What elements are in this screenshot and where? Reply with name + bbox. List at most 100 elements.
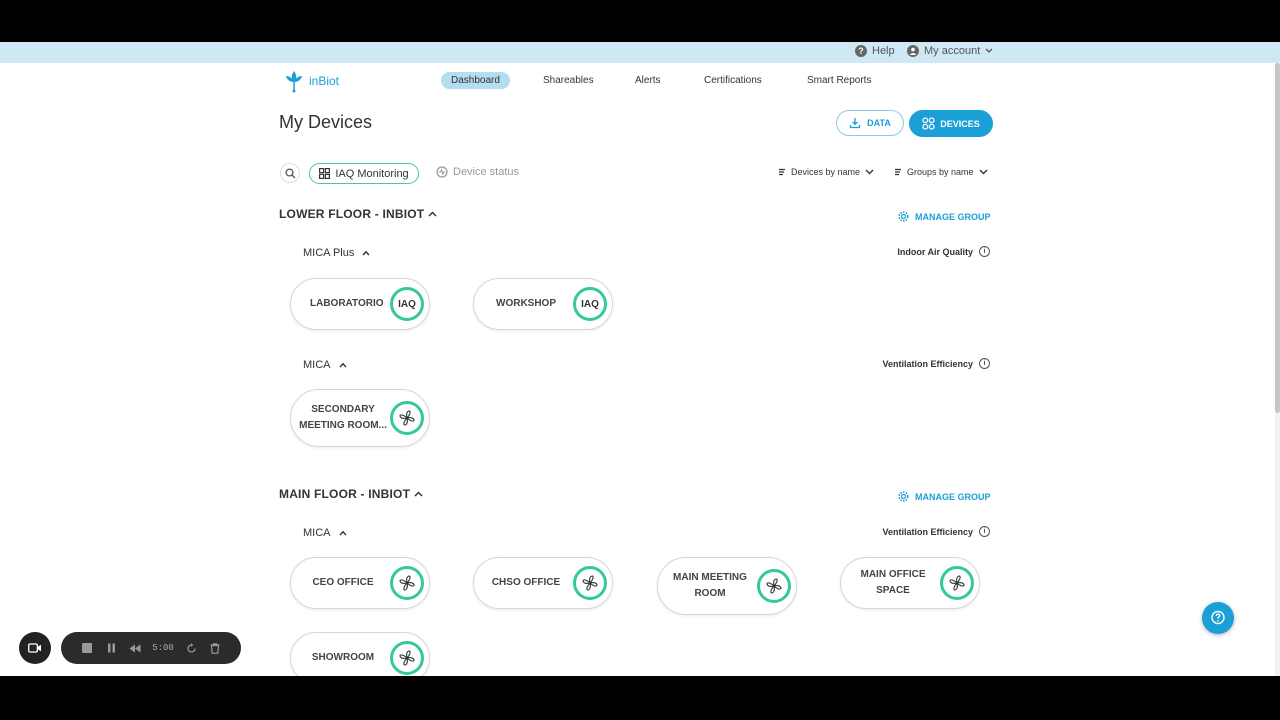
metric-label: Ventilation Efficiency xyxy=(882,526,973,537)
fan-icon xyxy=(399,575,415,591)
device-card[interactable]: CEO OFFICE xyxy=(290,557,430,609)
device-card[interactable]: SHOWROOM xyxy=(290,632,430,676)
chevron-down-icon xyxy=(979,169,988,175)
pause-button[interactable] xyxy=(99,638,123,658)
restart-icon xyxy=(186,642,196,653)
subgroup-label: MICA xyxy=(303,527,331,539)
video-camera-icon xyxy=(28,643,41,653)
info-icon[interactable]: i xyxy=(979,526,990,537)
help-icon: ? xyxy=(855,45,867,57)
help-fab-button[interactable] xyxy=(1202,602,1234,634)
iaq-monitoring-chip[interactable]: IAQ Monitoring xyxy=(309,163,419,184)
help-link[interactable]: ? Help xyxy=(855,45,895,57)
nav-alerts[interactable]: Alerts xyxy=(635,75,661,86)
info-icon[interactable]: i xyxy=(979,358,990,369)
device-name: MAIN OFFICE SPACE xyxy=(860,569,926,596)
info-icon[interactable]: i xyxy=(979,246,990,257)
device-card[interactable]: CHSO OFFICE xyxy=(473,557,613,609)
stop-icon xyxy=(82,643,92,653)
device-card[interactable]: LABORATORIO IAQ xyxy=(290,278,430,330)
manage-group-button[interactable]: MANAGE GROUP xyxy=(898,211,991,222)
recorder-toolbar: 5:00 xyxy=(61,632,241,664)
logo-text: inBiot xyxy=(309,74,340,88)
fan-badge xyxy=(390,566,424,600)
status-icon xyxy=(436,166,448,178)
nav-smart-reports[interactable]: Smart Reports xyxy=(807,75,871,86)
sort-icon xyxy=(779,168,785,176)
group-title-main-floor[interactable]: MAIN FLOOR - INBIOT xyxy=(279,487,423,501)
device-name: SHOWROOM xyxy=(311,652,375,663)
search-button[interactable] xyxy=(280,163,300,183)
group-title-label: MAIN FLOOR - INBIOT xyxy=(279,487,411,501)
device-card[interactable]: WORKSHOP IAQ xyxy=(473,278,613,330)
account-label: My account xyxy=(924,45,981,57)
fan-icon xyxy=(399,410,415,426)
delete-button[interactable] xyxy=(203,638,227,658)
group-title-label: LOWER FLOOR - INBIOT xyxy=(279,207,425,221)
grid-icon xyxy=(922,117,935,130)
chevron-up-icon xyxy=(414,491,423,497)
page-title: My Devices xyxy=(279,112,373,132)
app-window: ? Help My account inBiot Dashboard Share… xyxy=(0,42,1280,676)
sort-devices-dropdown[interactable]: Devices by name xyxy=(778,167,874,177)
device-name: WORKSHOP xyxy=(496,298,556,309)
data-button-label: DATA xyxy=(867,118,891,128)
data-button[interactable]: DATA xyxy=(836,110,904,136)
devices-button[interactable]: DEVICES xyxy=(909,110,993,137)
recording-timer: 5:00 xyxy=(152,643,174,653)
iaq-badge: IAQ xyxy=(573,287,607,321)
device-name: MAIN MEETING ROOM xyxy=(673,572,747,599)
nav-dashboard[interactable]: Dashboard xyxy=(441,72,510,89)
chevron-up-icon xyxy=(362,250,370,256)
fan-icon xyxy=(766,578,782,594)
chevron-up-icon xyxy=(338,530,347,536)
manage-group-label: MANAGE GROUP xyxy=(915,491,991,502)
fan-badge xyxy=(390,641,424,675)
fan-badge xyxy=(940,566,974,600)
nav-shareables[interactable]: Shareables xyxy=(543,75,594,86)
group-title-lower-floor[interactable]: LOWER FLOOR - INBIOT xyxy=(279,207,437,221)
metric-label: Ventilation Efficiency xyxy=(882,358,973,369)
sort-devices-label: Devices by name xyxy=(791,167,861,177)
manage-group-label: MANAGE GROUP xyxy=(915,211,991,222)
iaq-monitoring-label: IAQ Monitoring xyxy=(335,167,409,180)
sort-icon xyxy=(895,168,901,176)
trash-icon xyxy=(210,642,220,654)
search-icon xyxy=(284,167,295,178)
subgroup-mica[interactable]: MICA xyxy=(303,527,347,539)
device-card[interactable]: MAIN MEETING ROOM xyxy=(657,557,797,615)
device-status-chip[interactable]: Device status xyxy=(436,166,519,178)
gear-icon xyxy=(898,211,909,222)
rewind-button[interactable] xyxy=(123,638,147,658)
inbiot-logo-icon xyxy=(286,71,302,93)
stop-button[interactable] xyxy=(75,638,99,658)
download-icon xyxy=(850,118,861,129)
metric-ventilation-efficiency: Ventilation Efficiency i xyxy=(882,526,990,537)
subgroup-label: MICA Plus xyxy=(303,247,355,259)
metric-indoor-air-quality: Indoor Air Quality i xyxy=(897,246,990,257)
account-menu[interactable]: My account xyxy=(907,45,993,57)
chevron-up-icon xyxy=(428,211,437,217)
logo[interactable]: inBiot xyxy=(284,69,339,93)
device-name: LABORATORIO xyxy=(310,298,384,309)
sort-groups-dropdown[interactable]: Groups by name xyxy=(894,167,988,177)
manage-group-button[interactable]: MANAGE GROUP xyxy=(898,491,991,502)
scrollbar-thumb[interactable] xyxy=(1275,63,1280,413)
fan-badge xyxy=(573,566,607,600)
device-card[interactable]: SECONDARY MEETING ROOM... xyxy=(290,389,430,447)
device-name: SECONDARY MEETING ROOM... xyxy=(299,404,387,431)
nav-certifications[interactable]: Certifications xyxy=(704,75,762,86)
device-name: CEO OFFICE xyxy=(312,577,374,588)
help-label: Help xyxy=(872,45,895,57)
device-card[interactable]: MAIN OFFICE SPACE xyxy=(840,557,980,609)
subgroup-mica[interactable]: MICA xyxy=(303,359,347,371)
utility-bar: ? Help My account xyxy=(0,42,1280,63)
rewind-icon xyxy=(129,644,141,652)
recorder-camera-button[interactable] xyxy=(19,632,51,664)
subgroup-mica-plus[interactable]: MICA Plus xyxy=(303,247,370,259)
grid-view-icon xyxy=(319,168,331,179)
fan-badge xyxy=(390,401,424,435)
metric-label: Indoor Air Quality xyxy=(897,246,973,257)
devices-button-label: DEVICES xyxy=(940,118,980,129)
restart-button[interactable] xyxy=(179,638,203,658)
